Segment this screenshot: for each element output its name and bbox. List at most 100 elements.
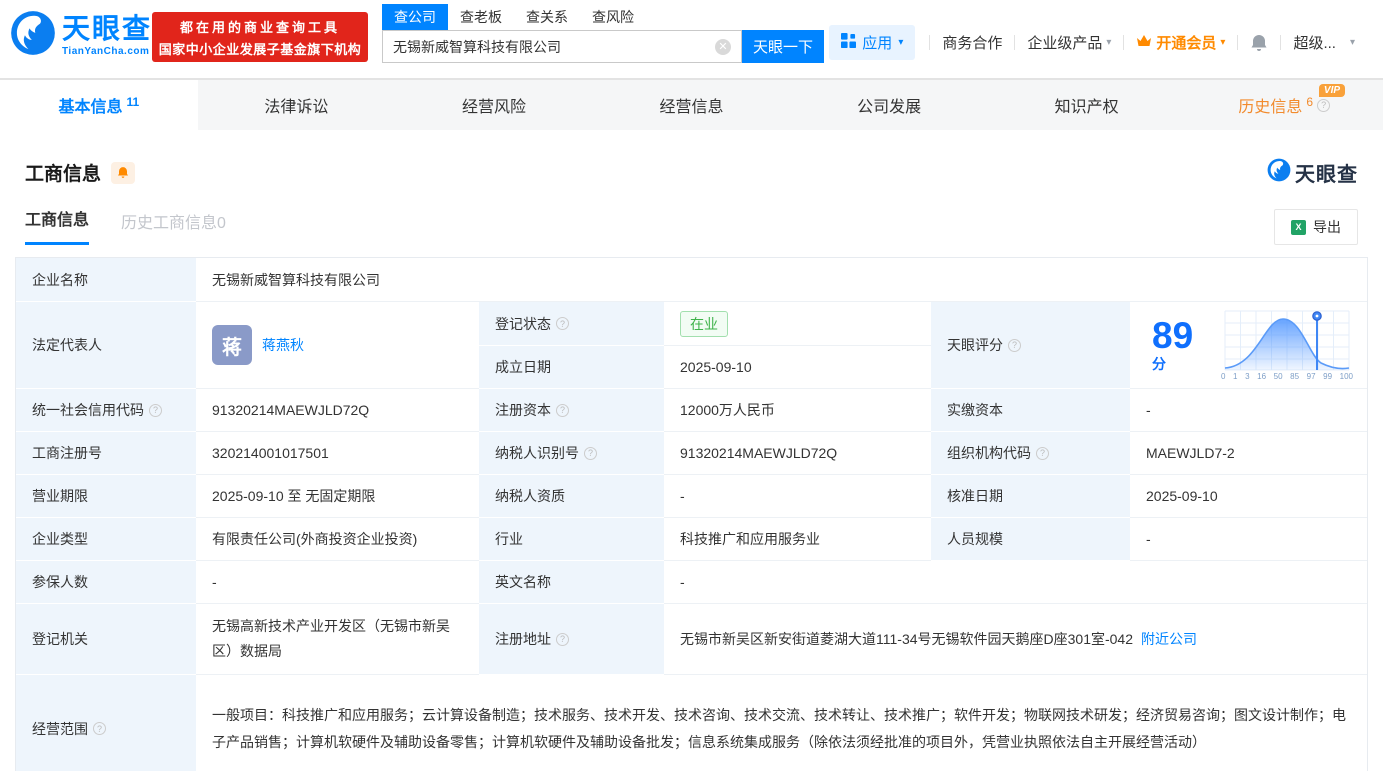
status-badge: 在业 [680, 310, 728, 337]
tab-ip-label: 知识产权 [1054, 99, 1119, 116]
company-type-label: 企业类型 [16, 518, 196, 561]
tab-history[interactable]: VIP 历史信息 6 ? [1185, 80, 1383, 130]
business-scope-text: 一般项目：科技推广和应用服务；云计算设备制造；技术服务、技术开发、技术咨询、技术… [212, 706, 1346, 750]
reg-address-label: 注册地址 ? [479, 604, 664, 676]
taxpayer-quality-label: 纳税人资质 [479, 475, 664, 518]
tianyancha-logo[interactable]: 天眼查 TianYanCha.com [10, 10, 152, 61]
tab-risk-label: 经营风险 [461, 99, 526, 116]
reg-status-label-text: 登记状态 [495, 315, 551, 332]
search-tab-boss[interactable]: 查老板 [448, 4, 514, 30]
tab-basic-info[interactable]: 基本信息 11 [0, 80, 198, 130]
paid-capital-value: - [1130, 389, 1367, 432]
establish-date-label: 成立日期 [479, 346, 664, 389]
tab-development[interactable]: 公司发展 [790, 80, 988, 130]
tab-operation-label: 经营信息 [659, 99, 724, 116]
search-submit-button[interactable]: 天眼一下 [742, 30, 824, 63]
industry-label: 行业 [479, 518, 664, 561]
credit-code-label-text: 统一社会信用代码 [32, 402, 144, 418]
business-term-label: 营业期限 [16, 475, 196, 518]
business-scope-label: 经营范围 ? [16, 675, 196, 771]
nav-cooperation[interactable]: 商务合作 [942, 32, 1002, 53]
promo-badge: 都在用的商业查询工具 国家中小企业发展子基金旗下机构 [152, 12, 368, 62]
table-row: 法定代表人 蒋 蒋燕秋 登记状态 ? 在业 天眼评分 ? 89 分 0 1 3 … [16, 302, 1367, 389]
search-input[interactable] [383, 38, 715, 55]
score-value[interactable]: 89 分 0 1 3 16 50 85 97 99 100 [1130, 302, 1367, 389]
promo-line2: 国家中小企业发展子基金旗下机构 [158, 41, 362, 57]
tick: 100 [1339, 372, 1353, 381]
divider [1237, 35, 1239, 50]
search-tab-risk[interactable]: 查风险 [580, 4, 646, 30]
staff-size-value: - [1130, 518, 1367, 561]
legal-rep-label: 法定代表人 [16, 302, 196, 389]
reg-capital-label: 注册资本 ? [479, 389, 664, 432]
industry-value: 科技推广和应用服务业 [664, 518, 931, 561]
monitor-bell-icon[interactable] [111, 161, 136, 184]
reg-status-value: 在业 [664, 302, 931, 346]
tab-history-label: 历史信息 [1238, 99, 1303, 116]
chevron-down-icon: ▾ [1106, 37, 1112, 48]
help-icon: ? [584, 446, 597, 460]
vip-badge: VIP [1318, 84, 1346, 97]
score-label-text: 天眼评分 [947, 337, 1003, 353]
legal-rep-name-link[interactable]: 蒋燕秋 [262, 335, 304, 355]
reg-address-text: 无锡市新吴区新安街道菱湖大道111-34号无锡软件园天鹅座D座301室-042 [680, 631, 1134, 648]
subtab-business-info[interactable]: 工商信息 [25, 206, 90, 245]
promo-line1: 都在用的商业查询工具 [179, 19, 340, 35]
help-icon: ? [1317, 98, 1331, 112]
crown-icon [1136, 34, 1152, 52]
nav-super-account[interactable]: 超级... ▾ [1293, 32, 1355, 53]
top-nav: 应用 ▾ 商务合作 企业级产品 ▾ 开通会员 ▾ 超级... ▾ [829, 25, 1367, 60]
clear-search-icon[interactable]: ✕ [715, 38, 731, 55]
taxpayer-id-label-text: 纳税人识别号 [495, 445, 579, 461]
company-name-label: 企业名称 [16, 258, 196, 302]
logo-domain: TianYanCha.com [62, 45, 150, 57]
search-box: ✕ [382, 30, 742, 63]
search-tab-relation[interactable]: 查关系 [514, 4, 580, 30]
help-icon: ? [556, 632, 569, 646]
score-label: 天眼评分 ? [931, 302, 1130, 389]
apps-menu[interactable]: 应用 ▾ [829, 25, 916, 60]
reg-address-value: 无锡市新吴区新安街道菱湖大道111-34号无锡软件园天鹅座D座301室-042 … [664, 604, 1367, 676]
help-icon: ? [149, 403, 162, 417]
business-term-value: 2025-09-10 至 无固定期限 [196, 475, 479, 518]
credit-code-value: 91320214MAEWJLD72Q [196, 389, 479, 432]
notification-bell-icon[interactable] [1250, 34, 1268, 52]
tab-operating-info[interactable]: 经营信息 [593, 80, 791, 130]
business-scope-label-text: 经营范围 [32, 720, 88, 737]
tab-ip[interactable]: 知识产权 [988, 80, 1186, 130]
org-code-label: 组织机构代码 ? [931, 432, 1130, 475]
logo-title: 天眼查 [62, 12, 153, 44]
nav-enterprise[interactable]: 企业级产品 ▾ [1027, 32, 1111, 53]
tab-legal[interactable]: 法律诉讼 [198, 80, 396, 130]
tab-operating-risk[interactable]: 经营风险 [395, 80, 593, 130]
chevron-down-icon: ▾ [1349, 37, 1355, 48]
nearby-companies-link[interactable]: 附近公司 [1141, 629, 1197, 649]
reg-status-label: 登记状态 ? [479, 302, 664, 346]
table-row: 工商注册号 320214001017501 纳税人识别号 ? 91320214M… [16, 432, 1367, 475]
table-row: 参保人数 - 英文名称 - [16, 561, 1367, 604]
reg-capital-label-text: 注册资本 [495, 402, 551, 418]
search-tab-company[interactable]: 查公司 [382, 4, 448, 30]
business-info-table: 企业名称 无锡新威智算科技有限公司 法定代表人 蒋 蒋燕秋 登记状态 ? 在业 … [15, 257, 1368, 771]
reg-capital-value: 12000万人民币 [664, 389, 931, 432]
score-curve-chart: 0 1 3 16 50 85 97 99 100 [1221, 309, 1353, 381]
card-brand-logo: 天眼查 [1267, 158, 1358, 187]
legal-rep-value: 蒋 蒋燕秋 [196, 302, 479, 389]
org-code-value: MAEWJLD7-2 [1130, 432, 1367, 475]
legal-rep-avatar: 蒋 [212, 325, 252, 365]
score-number: 89 [1152, 314, 1194, 356]
tick: 99 [1323, 372, 1333, 381]
score-axis-ticks: 0 1 3 16 50 85 97 99 100 [1221, 372, 1353, 381]
business-scope-value: 一般项目：科技推广和应用服务；云计算设备制造；技术服务、技术开发、技术咨询、技术… [196, 675, 1367, 771]
reg-authority-value: 无锡高新技术产业开发区（无锡市新吴区）数据局 [196, 604, 479, 676]
tick: 0 [1221, 372, 1226, 381]
export-label: 导出 [1313, 219, 1341, 235]
taxpayer-id-value: 91320214MAEWJLD72Q [664, 432, 931, 475]
subtab-history-business-info[interactable]: 历史工商信息0 [121, 209, 226, 245]
export-button[interactable]: X 导出 [1274, 209, 1358, 245]
nav-open-vip[interactable]: 开通会员 ▾ [1136, 32, 1225, 53]
help-icon: ? [1036, 446, 1049, 460]
company-name-value: 无锡新威智算科技有限公司 [196, 258, 1367, 302]
tab-development-label: 公司发展 [857, 99, 922, 116]
taxpayer-quality-value: - [664, 475, 931, 518]
